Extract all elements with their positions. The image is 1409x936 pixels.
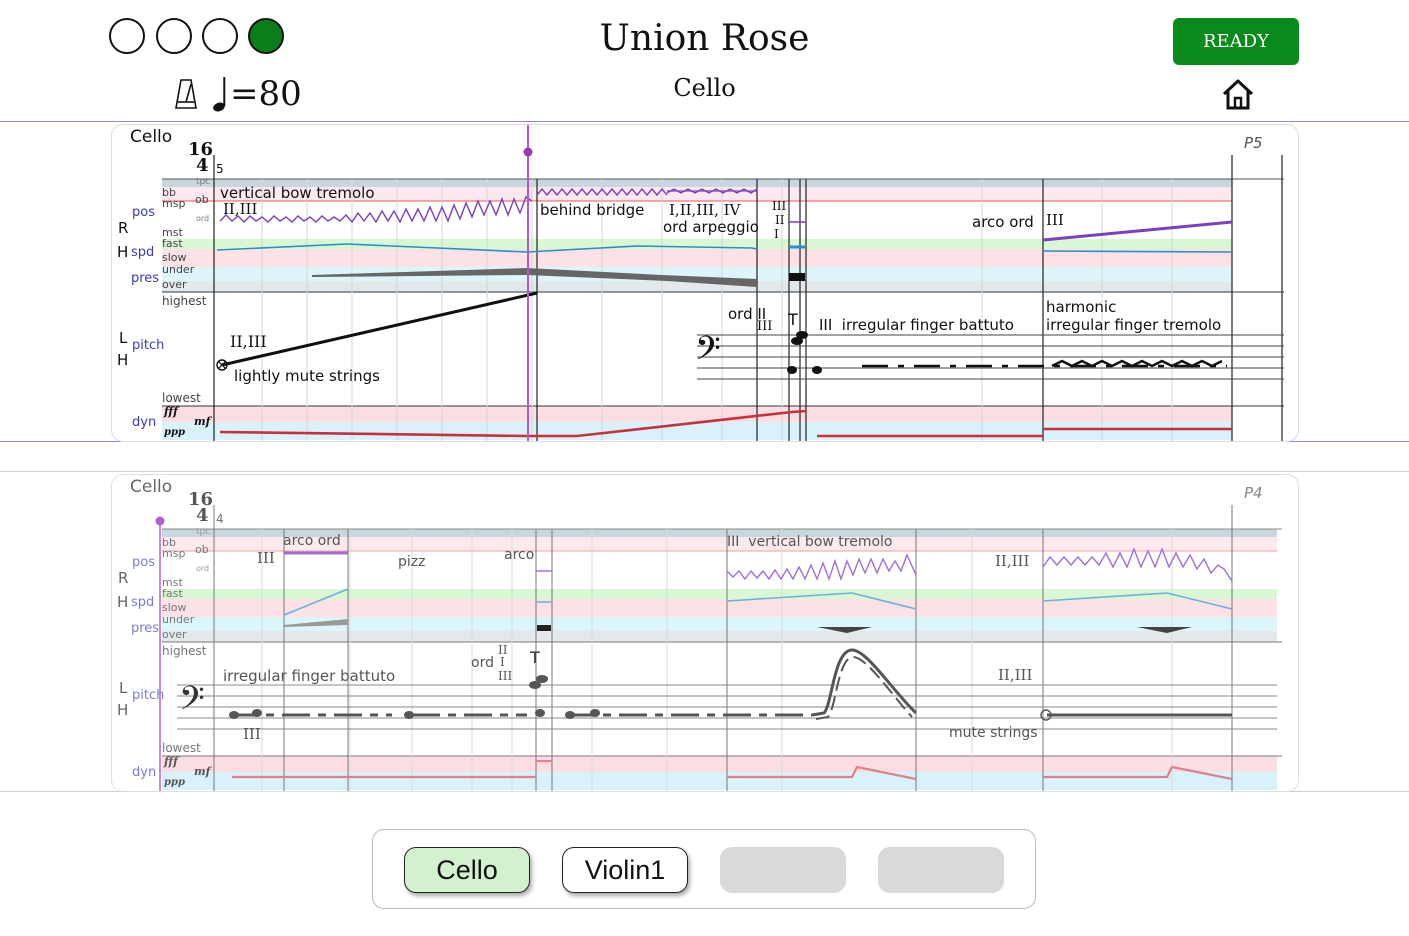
svg-text:𝄢: 𝄢 xyxy=(179,680,205,726)
sub-label-msp: msp xyxy=(162,197,186,210)
sub-label-ord: ord xyxy=(196,214,210,223)
page-marker: P4 xyxy=(1244,484,1263,502)
sub-label-lowest: lowest xyxy=(162,741,201,755)
annotation-behind-bridge: behind bridge xyxy=(540,201,645,219)
ready-button[interactable]: READY xyxy=(1173,18,1299,65)
annotation-lightly-mute: lightly mute strings xyxy=(234,367,380,385)
annotation-pizz: pizz xyxy=(398,554,426,570)
annotation-strings-c: III xyxy=(243,725,261,743)
row-label-spd: spd xyxy=(131,595,155,610)
annotation-strings-b: I,II,III, IV xyxy=(669,201,741,219)
svg-text:T: T xyxy=(787,310,798,329)
score-page-next: 𝄢 T Cello P4 16 4 4 R H pos spd pres L H… xyxy=(111,474,1299,792)
sub-label-fast: fast xyxy=(162,237,183,250)
row-label-spd: spd xyxy=(131,245,155,260)
svg-text:T: T xyxy=(529,648,540,667)
annotation-strings-c3: I xyxy=(774,227,779,241)
annotation-strings-a: III xyxy=(257,549,275,567)
sub-label-fff: fff xyxy=(164,755,178,768)
annotation-strings-d: III xyxy=(1046,211,1064,229)
bottom-score-border-top xyxy=(0,471,1409,472)
sub-label-ob: ob xyxy=(195,193,209,206)
sub-label-ord: ord xyxy=(196,564,210,573)
sub-label-mf: mf xyxy=(194,415,211,428)
sub-label-mf: mf xyxy=(194,765,211,778)
annotation-ord-i: I xyxy=(500,655,505,669)
row-label-R: R xyxy=(118,219,129,237)
home-icon[interactable] xyxy=(1221,78,1255,110)
sub-label-over: over xyxy=(162,278,187,291)
annotation-strings-e: II,III xyxy=(230,332,267,351)
top-score-border-top xyxy=(0,121,1409,122)
row-label-pres: pres xyxy=(131,271,160,286)
score-graphic-next: 𝄢 T xyxy=(155,505,1282,791)
score-graphic-current: 𝄢 T xyxy=(162,125,1284,441)
sub-label-fff: fff xyxy=(164,405,178,418)
annotation-irregular-tremolo: irregular finger tremolo xyxy=(1046,316,1222,334)
annotation-arco-ord: arco ord xyxy=(283,533,341,549)
annotation-irregular-battuto: irregular finger battuto xyxy=(223,667,396,685)
annotation-arco: arco xyxy=(504,547,535,563)
row-label-pos: pos xyxy=(132,205,155,220)
sub-label-tpc: tpc xyxy=(196,177,211,187)
annotation-harmonic: harmonic xyxy=(1046,298,1117,316)
sub-label-under: under xyxy=(162,613,195,626)
sub-label-lowest: lowest xyxy=(162,391,201,405)
annotation-irregular-battuto: III irregular finger battuto xyxy=(819,316,1014,334)
annotation-strings-b: II,III xyxy=(995,552,1030,570)
row-label-H2: H xyxy=(117,701,129,719)
annotation-ord-iii: III xyxy=(757,319,773,334)
row-label-R: R xyxy=(118,569,129,587)
sub-label-ppp: ppp xyxy=(164,777,185,788)
row-label-pos: pos xyxy=(132,555,155,570)
annotation-ord-iii: III xyxy=(498,669,513,683)
tab-cello[interactable]: Cello xyxy=(404,847,530,893)
row-label-H: H xyxy=(117,243,129,261)
annotation-strings-a: II,III xyxy=(223,200,258,218)
page-marker: P5 xyxy=(1244,134,1263,152)
row-label-pitch: pitch xyxy=(132,338,165,353)
sub-label-ppp: ppp xyxy=(164,427,185,438)
sub-label-under: under xyxy=(162,263,195,276)
measure-number: 4 xyxy=(216,512,224,526)
sub-label-ob: ob xyxy=(195,543,209,556)
row-label-H2: H xyxy=(117,351,129,369)
measure-number: 5 xyxy=(216,162,224,176)
instrument-subtitle: Cello xyxy=(673,74,736,102)
annotation-vertical-bow-tremolo: III vertical bow tremolo xyxy=(727,534,893,550)
row-label-dyn: dyn xyxy=(132,415,157,430)
sub-label-fast: fast xyxy=(162,587,183,600)
sub-label-highest: highest xyxy=(162,294,207,308)
row-label-pitch: pitch xyxy=(132,688,165,703)
row-label-L: L xyxy=(119,679,128,697)
sub-label-over: over xyxy=(162,628,187,641)
annotation-strings-d: II,III xyxy=(998,666,1033,684)
time-signature-bottom: 4 xyxy=(196,155,209,176)
row-label-dyn: dyn xyxy=(132,765,157,780)
staff-instrument-label: Cello xyxy=(130,127,173,147)
annotation-strings-c2: II xyxy=(775,213,785,227)
svg-text:𝄢: 𝄢 xyxy=(695,330,721,376)
sub-label-msp: msp xyxy=(162,547,186,560)
row-label-pres: pres xyxy=(131,621,160,636)
tab-empty-2[interactable] xyxy=(878,847,1004,893)
tab-empty-1[interactable] xyxy=(720,847,846,893)
score-page-current: 𝄢 T Cello P5 16 4 5 R H pos spd pres L H… xyxy=(111,124,1299,442)
sub-label-tpc: tpc xyxy=(196,527,211,537)
time-signature-bottom: 4 xyxy=(196,505,209,526)
annotation-mute-strings: mute strings xyxy=(949,725,1038,741)
annotation-ord: ord xyxy=(471,655,494,671)
tab-violin1[interactable]: Violin1 xyxy=(562,847,688,893)
sub-label-highest: highest xyxy=(162,644,207,658)
annotation-ord-arpeggio: ord arpeggio xyxy=(663,218,759,236)
row-label-L: L xyxy=(119,329,128,347)
staff-instrument-label: Cello xyxy=(130,477,173,497)
annotation-strings-c: III xyxy=(772,199,787,213)
row-label-H: H xyxy=(117,593,129,611)
annotation-arco-ord: arco ord xyxy=(972,213,1034,231)
